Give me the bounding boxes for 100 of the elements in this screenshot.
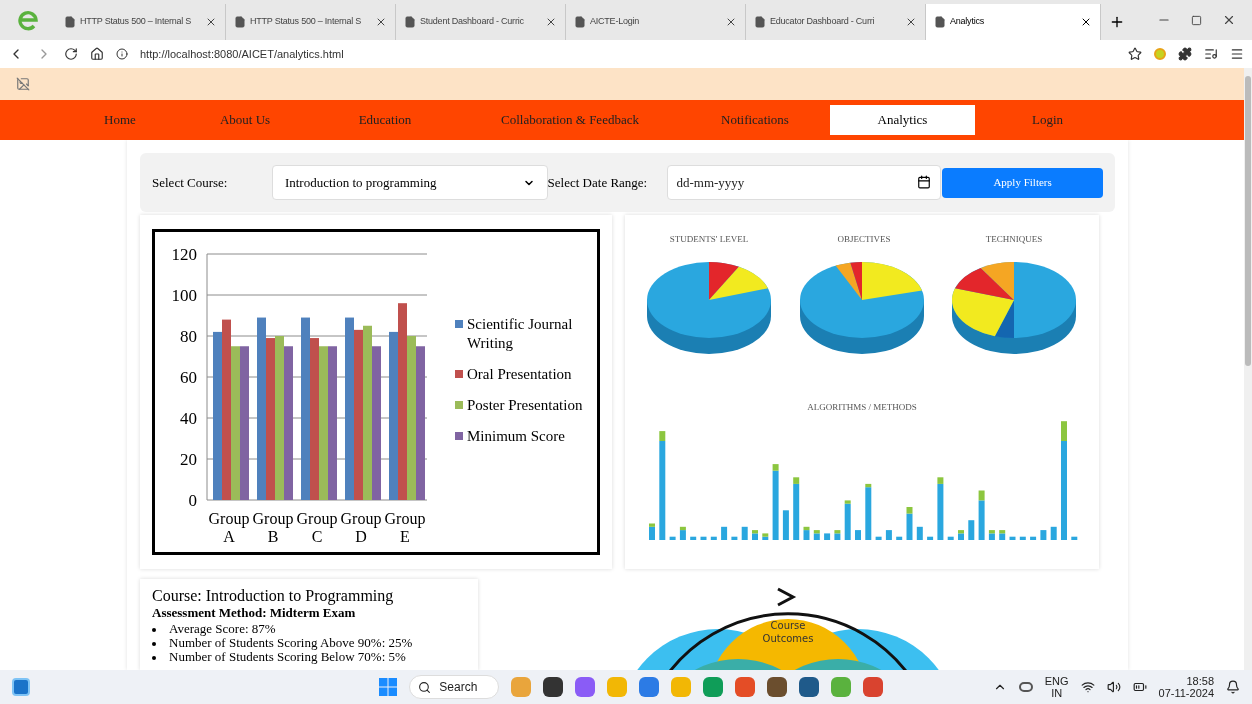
wifi-icon[interactable]	[1080, 680, 1095, 694]
category-label: Group C	[296, 510, 338, 545]
clock-time[interactable]: 18:58	[1186, 675, 1214, 687]
start-icon[interactable]	[379, 678, 398, 696]
bar	[813, 530, 820, 540]
close-icon[interactable]	[545, 16, 557, 28]
network-icon[interactable]	[1018, 682, 1033, 692]
close-icon[interactable]	[905, 16, 917, 28]
bar	[649, 523, 655, 540]
course-label: Select Course:	[152, 173, 229, 192]
nav-link[interactable]: Home	[104, 110, 136, 130]
page-icon	[64, 16, 76, 28]
tab-title: Educator Dashboard - Curri	[770, 15, 876, 29]
bar	[679, 526, 686, 540]
address-field[interactable]: http://localhost:8080/AICET/analytics.html	[140, 45, 1116, 63]
reading-list-icon[interactable]	[1204, 47, 1218, 61]
reload-icon[interactable]	[64, 47, 78, 61]
date-field[interactable]: dd-mm-yyyy	[667, 165, 942, 200]
bar	[978, 490, 985, 540]
region-indicator[interactable]: IN	[1051, 687, 1063, 699]
outcomes-label: Course Outcomes	[761, 619, 815, 645]
close-icon[interactable]	[725, 16, 737, 28]
close-icon[interactable]	[1080, 16, 1092, 28]
notifications-icon[interactable]	[1226, 680, 1240, 694]
legend-label: Poster Presentation	[467, 395, 584, 415]
bar	[762, 533, 769, 540]
bullet-icon	[152, 628, 156, 632]
bar	[700, 536, 707, 540]
broken-image-icon	[16, 77, 30, 91]
app-icon[interactable]	[799, 677, 820, 697]
page-icon	[404, 16, 416, 28]
bookmark-star-icon[interactable]	[1128, 47, 1142, 61]
tab-title: Student Dashboard - Curric	[420, 15, 525, 29]
bar	[669, 536, 676, 540]
axis-tick-label: 120	[171, 245, 197, 264]
nav-link[interactable]: Collaboration & Feedback	[501, 110, 639, 130]
bullet-icon	[152, 656, 156, 660]
bar	[999, 530, 1006, 540]
course-select[interactable]: Introduction to programming	[271, 165, 548, 200]
nav-link[interactable]: Login	[1031, 110, 1064, 130]
bar	[741, 526, 748, 540]
bar	[916, 526, 923, 540]
nav-link[interactable]: Analytics	[830, 105, 975, 135]
app-icon[interactable]	[767, 677, 788, 697]
page-icon	[234, 16, 246, 28]
bar	[937, 477, 944, 540]
bar	[710, 536, 717, 540]
close-icon[interactable]	[1222, 13, 1236, 27]
bar	[855, 530, 861, 540]
legend-label: Scientific Journal Writing	[467, 314, 574, 353]
axis-tick-label: 60	[180, 368, 197, 387]
bar	[1050, 526, 1057, 540]
close-icon[interactable]	[205, 16, 217, 28]
bar	[803, 526, 810, 540]
bullet-text: Average Score: 87%	[169, 622, 276, 636]
bar	[731, 536, 738, 540]
assessment-method: Assessment Method: Midterm Exam	[152, 605, 357, 621]
bullet-text: Number of Students Scoring Below 70%: 5%	[169, 650, 406, 664]
language-indicator[interactable]: ENG	[1044, 675, 1069, 687]
category-label: Group A	[208, 510, 250, 545]
bar	[947, 536, 954, 540]
axis-tick-label: 20	[180, 450, 197, 469]
legend-label: Oral Presentation	[467, 364, 573, 384]
nav-link[interactable]: About Us	[219, 110, 271, 130]
bar	[824, 533, 831, 540]
new-tab-icon[interactable]	[1109, 14, 1125, 30]
bar	[721, 526, 728, 540]
bar	[793, 477, 800, 540]
close-icon[interactable]	[375, 16, 387, 28]
widgets-icon[interactable]	[12, 678, 30, 696]
apply-filters-button[interactable]: Apply Filters	[942, 167, 1103, 198]
battery-icon[interactable]	[1132, 680, 1147, 694]
puzzle-icon[interactable]	[1178, 47, 1192, 61]
bar	[844, 500, 851, 540]
chart-title: STUDENTS' LEVEL	[669, 234, 749, 244]
clock-date[interactable]: 07-11-2024	[1158, 687, 1214, 699]
page-icon	[934, 16, 946, 28]
legend-label: Minimum Score	[467, 426, 566, 446]
chart-title: ALGORITHMS / METHODS	[807, 402, 917, 412]
nav-link[interactable]: Notifications	[721, 110, 789, 130]
browser-tab[interactable]: Analytics	[926, 4, 1101, 40]
volume-icon[interactable]	[1106, 680, 1121, 694]
scrollbar[interactable]	[1244, 68, 1252, 670]
bar	[865, 483, 872, 540]
menu-icon[interactable]	[1230, 47, 1244, 61]
axis-tick-label: 0	[188, 491, 197, 510]
axis-tick-label: 40	[180, 409, 197, 428]
bar	[1019, 536, 1026, 540]
page-icon	[574, 16, 586, 28]
calendar-icon[interactable]	[917, 175, 932, 189]
category-label: Group D	[340, 510, 382, 545]
tab-title: HTTP Status 500 – Internal S	[250, 15, 363, 29]
maximize-icon[interactable]	[1191, 14, 1202, 26]
bar	[968, 520, 975, 540]
taskbar-search-field[interactable]: Search	[409, 675, 500, 699]
home-icon[interactable]	[90, 47, 104, 61]
nav-link[interactable]: Education	[358, 110, 412, 130]
bar	[834, 530, 841, 540]
info-icon[interactable]	[116, 48, 128, 60]
app-icon[interactable]	[543, 677, 564, 697]
